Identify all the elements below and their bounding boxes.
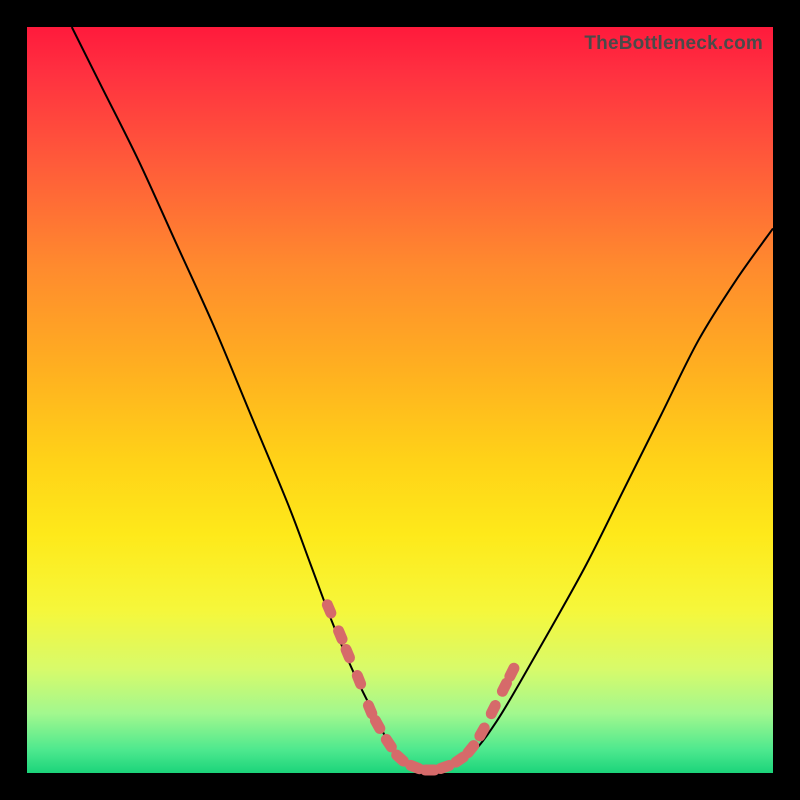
plot-area: TheBottleneck.com <box>27 27 773 773</box>
chart-svg <box>27 27 773 773</box>
marker-group <box>320 598 521 776</box>
chart-frame: TheBottleneck.com <box>0 0 800 800</box>
curve-marker <box>320 598 338 621</box>
bottleneck-curve <box>72 27 773 774</box>
